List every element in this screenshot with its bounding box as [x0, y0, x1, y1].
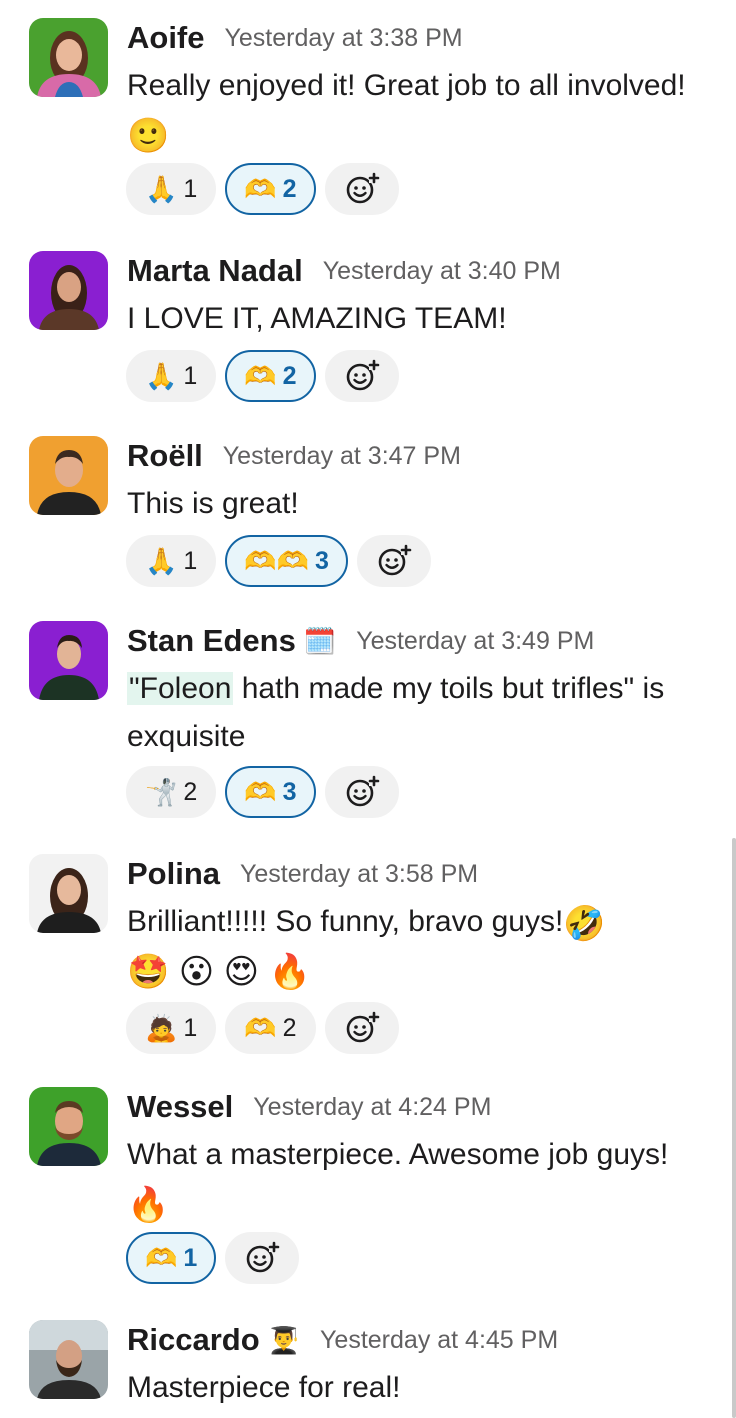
folded-hands-icon: 🙏 — [145, 174, 178, 204]
message-text: Really enjoyed it! Great job to all invo… — [127, 69, 686, 155]
reaction-bar: 🫶 1 — [126, 1232, 300, 1284]
timestamp[interactable]: Yesterday at 3:47 PM — [223, 442, 461, 471]
reaction-pill[interactable]: 🫶 3 — [225, 766, 316, 818]
reaction-pill[interactable]: 🙏 1 — [126, 163, 217, 215]
heart-hands-icon: 🫶🫶 — [244, 546, 310, 576]
fire-emoji: 🔥 — [127, 1186, 170, 1224]
heart-hands-icon: 🫶 — [244, 174, 277, 204]
heart-hands-icon: 🫶 — [244, 777, 277, 807]
reaction-pill[interactable]: 🤺 2 — [126, 766, 217, 818]
reaction-pill[interactable]: 🫶🫶 3 — [225, 535, 348, 587]
timestamp[interactable]: Yesterday at 3:58 PM — [240, 860, 478, 889]
message-text: Masterpiece for real! — [127, 1371, 401, 1404]
timestamp[interactable]: Yesterday at 4:24 PM — [253, 1093, 491, 1122]
add-reaction-button[interactable] — [324, 350, 399, 402]
reaction-pill[interactable]: 🙏 1 — [126, 535, 217, 587]
add-reaction-button[interactable] — [324, 1002, 399, 1054]
highlighted-text: "Foleon — [127, 672, 234, 705]
timestamp[interactable]: Yesterday at 3:40 PM — [323, 257, 561, 286]
reaction-pill[interactable]: 🫶 2 — [225, 350, 316, 402]
rolling-laughing-emoji: 🤣 — [563, 905, 606, 943]
add-emoji-icon — [346, 172, 379, 204]
avatar[interactable] — [29, 854, 108, 933]
reaction-bar: 🤺 2 🫶 3 — [126, 766, 399, 818]
add-emoji-icon — [346, 359, 379, 391]
add-emoji-icon — [246, 1241, 280, 1273]
avatar[interactable] — [29, 436, 108, 515]
reaction-pill[interactable]: 🙏 1 — [126, 350, 217, 402]
avatar[interactable] — [29, 621, 108, 700]
bowing-person-icon: 🙇 — [145, 1013, 178, 1043]
author-name[interactable]: Polina — [127, 856, 220, 892]
reaction-bar: 🙇 1 🫶 2 — [126, 1002, 399, 1054]
scrollbar[interactable] — [732, 838, 736, 1418]
author-name[interactable]: Riccardo — [127, 1322, 260, 1358]
add-reaction-button[interactable] — [324, 766, 399, 818]
add-reaction-button[interactable] — [225, 1232, 300, 1284]
heart-hands-icon: 🫶 — [244, 1013, 277, 1043]
timestamp[interactable]: Yesterday at 4:45 PM — [320, 1326, 558, 1355]
reaction-bar: 🙏 1 🫶 2 — [126, 350, 399, 402]
author-name[interactable]: Roëll — [127, 438, 203, 474]
message-text: What a masterpiece. Awesome job guys! 🔥 — [127, 1138, 669, 1224]
calendar-status-icon[interactable]: 🗓️ — [304, 628, 336, 654]
add-emoji-icon — [346, 1011, 379, 1043]
reaction-pill[interactable]: 🫶 2 — [225, 163, 316, 215]
reaction-bar: 🙏 1 🫶🫶 3 — [126, 535, 431, 587]
avatar[interactable] — [29, 251, 108, 330]
reaction-pill[interactable]: 🫶 1 — [126, 1232, 217, 1284]
author-name[interactable]: Marta Nadal — [127, 253, 303, 289]
author-name[interactable]: Aoife — [127, 20, 205, 56]
message-text: "Foleon hath made my toils but trifles" … — [127, 672, 665, 753]
timestamp[interactable]: Yesterday at 3:38 PM — [225, 24, 463, 53]
folded-hands-icon: 🙏 — [145, 361, 178, 391]
author-name[interactable]: Stan Edens — [127, 623, 296, 659]
avatar[interactable] — [29, 18, 108, 97]
folded-hands-icon: 🙏 — [145, 546, 178, 576]
slightly-smiling-emoji: 🙂 — [127, 117, 170, 155]
fencer-icon: 🤺 — [145, 777, 178, 807]
custom-emoji-row: 🤩 😮 😍 🔥 — [127, 953, 311, 991]
add-emoji-icon — [346, 775, 379, 807]
reaction-pill[interactable]: 🙇 1 — [126, 1002, 217, 1054]
message-text: This is great! — [127, 487, 299, 520]
avatar[interactable] — [29, 1087, 108, 1166]
add-reaction-button[interactable] — [324, 163, 399, 215]
avatar[interactable] — [29, 1320, 108, 1399]
reaction-bar: 🙏 1 🫶 2 — [126, 163, 399, 215]
add-emoji-icon — [378, 544, 412, 576]
heart-hands-icon: 🫶 — [244, 361, 277, 391]
message-text: Brilliant!!!!! So funny, bravo guys!🤣 🤩 … — [127, 905, 606, 991]
reaction-pill[interactable]: 🫶 2 — [225, 1002, 316, 1054]
author-name[interactable]: Wessel — [127, 1089, 233, 1125]
add-reaction-button[interactable] — [356, 535, 431, 587]
heart-hands-icon: 🫶 — [145, 1243, 178, 1273]
graduate-status-icon[interactable]: 👨‍🎓 — [268, 1327, 300, 1353]
message-text: I LOVE IT, AMAZING TEAM! — [127, 302, 507, 335]
timestamp[interactable]: Yesterday at 3:49 PM — [356, 627, 594, 656]
